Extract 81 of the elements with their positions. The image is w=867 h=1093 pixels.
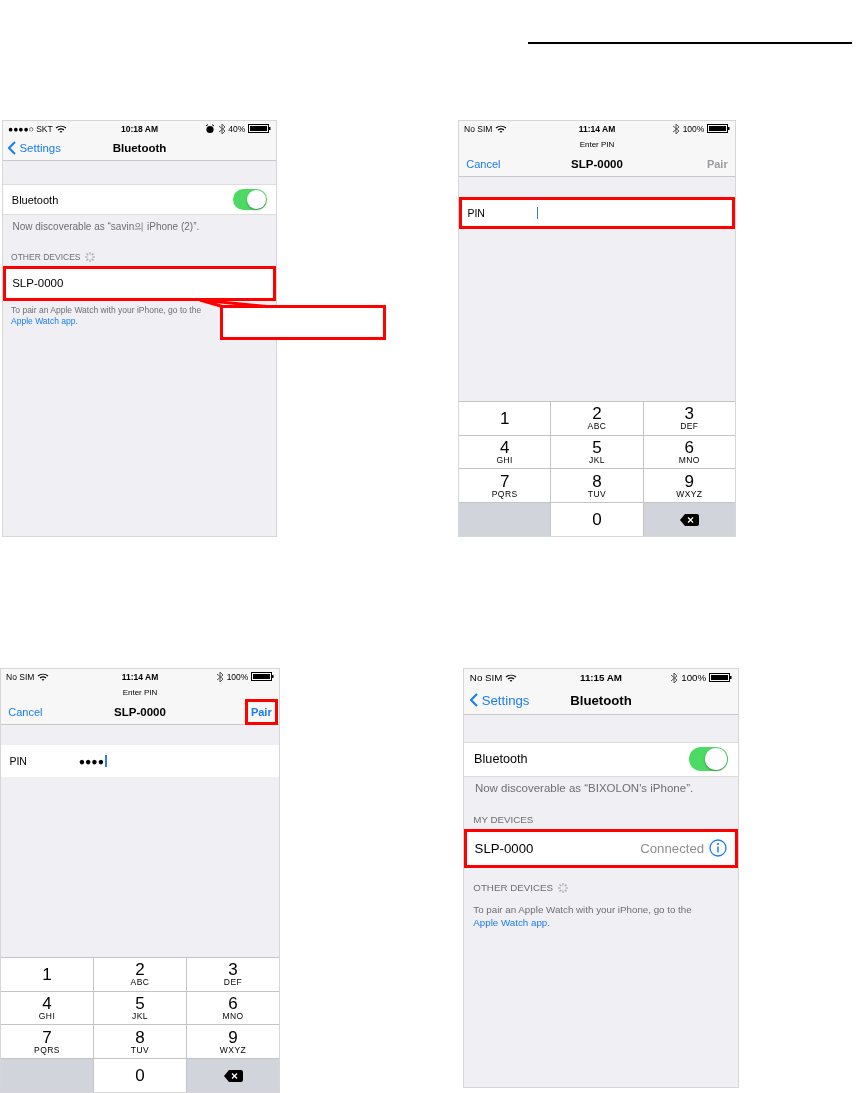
discoverable-note: Now discoverable as “BIXOLON's iPhone”. <box>473 781 695 797</box>
wifi-icon <box>55 124 68 134</box>
keypad-key[interactable]: 4 GHI <box>1 991 93 1025</box>
battery-icon <box>250 672 274 682</box>
carrier-label: No SIM <box>6 671 35 682</box>
delete-key[interactable] <box>643 503 735 536</box>
section-header: OTHER DEVICES <box>473 882 554 894</box>
chevron-left-icon <box>469 693 478 708</box>
backspace-icon <box>223 1069 243 1082</box>
section-header: OTHER DEVICES <box>11 251 81 262</box>
toggle-label: Bluetooth <box>474 752 529 767</box>
bluetooth-icon <box>672 122 681 135</box>
pin-field[interactable]: PIN ●●●● <box>1 745 279 777</box>
device-row[interactable]: SLP-0000 Connected <box>464 828 738 869</box>
bluetooth-icon <box>670 671 679 684</box>
keypad-key[interactable]: 8 TUV <box>551 469 643 503</box>
keypad-key[interactable]: 2 ABC <box>94 957 186 991</box>
cancel-button[interactable]: Cancel <box>5 703 46 722</box>
watch-app-link[interactable]: Apple Watch app. <box>11 316 78 327</box>
wifi-icon <box>505 673 518 683</box>
screen-title: Bluetooth <box>570 692 632 708</box>
battery-percent: 100% <box>681 672 707 684</box>
bluetooth-icon <box>216 670 225 683</box>
keypad-key[interactable]: 8 TUV <box>94 1025 186 1059</box>
status-time: 11:14 AM <box>578 123 616 134</box>
keypad-key[interactable]: 7 PQRS <box>459 469 551 503</box>
keypad-key[interactable]: 5 JKL <box>94 991 186 1025</box>
keypad-key[interactable]: 5 JKL <box>551 435 643 469</box>
keypad-key[interactable]: 6 MNO <box>643 435 735 469</box>
toggle-label: Bluetooth <box>11 193 60 206</box>
status-time: 10:18 AM <box>121 123 158 134</box>
back-button[interactable]: Settings <box>469 692 530 708</box>
carrier-label: ●●●●○ SKT <box>8 123 53 134</box>
keypad-key[interactable]: 1 <box>459 401 551 435</box>
chevron-left-icon <box>8 141 16 156</box>
keypad-key[interactable]: 0 <box>94 1059 186 1092</box>
keypad-key[interactable]: 9 WXYZ <box>643 469 735 503</box>
device-name: SLP-0000 <box>474 840 535 856</box>
discoverable-note: Now discoverable as “savin의 iPhone (2)”. <box>11 219 201 234</box>
pair-button[interactable]: Pair <box>247 702 275 723</box>
carrier-label: No SIM <box>469 672 503 684</box>
battery-percent: 40% <box>228 123 246 134</box>
backspace-icon <box>679 513 699 526</box>
toggle-switch[interactable] <box>688 747 728 772</box>
keypad-key[interactable]: 9 WXYZ <box>187 1025 279 1059</box>
battery-icon <box>247 124 271 134</box>
keypad-key[interactable]: 0 <box>551 503 643 536</box>
toggle-switch[interactable] <box>233 189 268 211</box>
status-time: 11:14 AM <box>121 671 159 682</box>
prompt-text: Enter PIN <box>122 687 158 697</box>
keypad-key[interactable]: 4 GHI <box>459 435 551 469</box>
status-time: 11:15 AM <box>580 672 622 684</box>
keypad-key[interactable]: 3 DEF <box>643 401 735 435</box>
bluetooth-icon <box>217 122 226 135</box>
battery-percent: 100% <box>682 123 705 134</box>
carrier-label: No SIM <box>464 123 493 134</box>
device-name: SLP-0000 <box>12 277 65 290</box>
wifi-icon <box>37 672 49 682</box>
watch-app-link[interactable]: Apple Watch app. <box>473 916 550 928</box>
footer-note: To pair an Apple Watch with your iPhone, go to the Apple Watch app. <box>472 902 693 930</box>
device-row[interactable]: SLP-0000 <box>3 266 276 301</box>
cancel-button[interactable]: Cancel <box>463 155 504 174</box>
screen-title: SLP-0000 <box>571 158 623 171</box>
wifi-icon <box>495 124 507 134</box>
info-icon[interactable] <box>709 839 728 858</box>
keypad-key[interactable]: 6 MNO <box>187 991 279 1025</box>
screen-title: Bluetooth <box>112 142 167 155</box>
screen-title: SLP-0000 <box>114 706 166 719</box>
back-button[interactable]: Settings <box>8 141 61 156</box>
section-header: MY DEVICES <box>473 813 534 825</box>
keypad-key[interactable]: 1 <box>1 957 93 991</box>
delete-key[interactable] <box>187 1059 279 1092</box>
keypad-key[interactable]: 2 ABC <box>551 401 643 435</box>
keypad-key[interactable]: 3 DEF <box>187 957 279 991</box>
pin-field[interactable]: PIN <box>459 197 735 229</box>
battery-icon <box>709 673 733 683</box>
battery-icon <box>706 124 730 134</box>
device-status: Connected <box>640 840 705 856</box>
prompt-text: Enter PIN <box>579 139 615 149</box>
keypad-key[interactable]: 7 PQRS <box>1 1025 93 1059</box>
battery-percent: 100% <box>226 671 249 682</box>
